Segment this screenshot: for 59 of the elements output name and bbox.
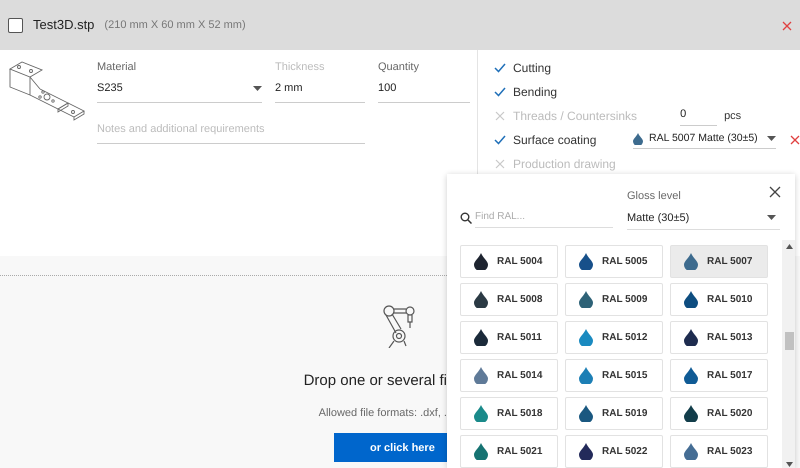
scroll-thumb[interactable] <box>785 332 794 350</box>
color-swatch[interactable]: RAL 5015 <box>565 359 663 392</box>
service-label: Cutting <box>513 60 552 76</box>
check-icon[interactable] <box>494 135 506 145</box>
caret-icon <box>767 215 776 220</box>
field-label: Material <box>97 60 136 75</box>
field-label: Gloss level <box>627 189 681 204</box>
caret-icon <box>253 86 262 90</box>
close-button[interactable] <box>769 186 781 198</box>
checkbox[interactable] <box>8 18 23 32</box>
color-swatch[interactable]: RAL 5021 <box>460 435 558 468</box>
check-icon[interactable] <box>494 63 506 73</box>
service-label: Surface coating <box>513 132 598 148</box>
upload-button[interactable]: or click here <box>334 433 447 462</box>
file-dimensions: (210 mm X 60 mm X 52 mm) <box>104 18 246 33</box>
color-swatch[interactable]: RAL 5007 <box>670 245 768 278</box>
material-select[interactable]: S235 <box>97 80 262 102</box>
color-swatch[interactable]: RAL 5005 <box>565 245 663 278</box>
color-swatch[interactable]: RAL 5013 <box>670 321 768 354</box>
formats-text: Allowed file formats: .dxf, . <box>318 406 447 420</box>
color-swatch[interactable]: RAL 5004 <box>460 245 558 278</box>
count-field[interactable]: 0 <box>680 106 718 126</box>
coating-select[interactable]: RAL 5007 Matte (30±5) <box>633 130 776 150</box>
color-swatch[interactable]: RAL 5011 <box>460 321 558 354</box>
scrollbar[interactable] <box>782 240 795 468</box>
coating-value: RAL 5007 Matte (30±5) <box>649 130 759 146</box>
color-swatch[interactable]: RAL 5022 <box>565 435 663 468</box>
service-label: Production drawing <box>513 156 617 172</box>
field-value: 100 <box>378 80 398 96</box>
caret-icon <box>767 136 776 141</box>
drop-heading: Drop one or several fi <box>304 372 447 390</box>
quantity-field[interactable]: 100 <box>378 80 470 102</box>
color-swatch[interactable]: RAL 5012 <box>565 321 663 354</box>
search-field[interactable]: Find RAL... <box>475 208 613 228</box>
unit-label: pcs <box>724 108 742 124</box>
scroll-down-icon <box>786 462 793 467</box>
color-swatch[interactable]: RAL 5010 <box>670 283 768 316</box>
field-label: Thickness <box>275 60 325 75</box>
field-value: 2 mm <box>275 80 304 96</box>
color-swatch[interactable]: RAL 5018 <box>460 397 558 430</box>
color-swatch[interactable]: RAL 5017 <box>670 359 768 392</box>
color-swatch[interactable]: RAL 5019 <box>565 397 663 430</box>
service-label: Bending <box>513 84 558 100</box>
check-icon[interactable] <box>494 87 506 97</box>
field-label: Quantity <box>378 60 419 75</box>
color-swatch[interactable]: RAL 5009 <box>565 283 663 316</box>
file-name: Test3D.stp <box>33 16 94 34</box>
color-swatch[interactable]: RAL 5008 <box>460 283 558 316</box>
service-label: Threads / Countersinks <box>513 108 638 124</box>
gloss-select[interactable]: Matte (30±5) <box>627 210 780 230</box>
color-swatch[interactable]: RAL 5020 <box>670 397 768 430</box>
color-swatch[interactable]: RAL 5014 <box>460 359 558 392</box>
search-icon <box>460 212 472 224</box>
robot-arm-icon <box>382 304 416 348</box>
scroll-up-icon <box>786 244 793 249</box>
remove-icon[interactable] <box>790 135 800 145</box>
field-value: S235 <box>97 80 124 96</box>
select-value: Matte (30±5) <box>627 210 690 226</box>
color-swatch[interactable]: RAL 5023 <box>670 435 768 468</box>
